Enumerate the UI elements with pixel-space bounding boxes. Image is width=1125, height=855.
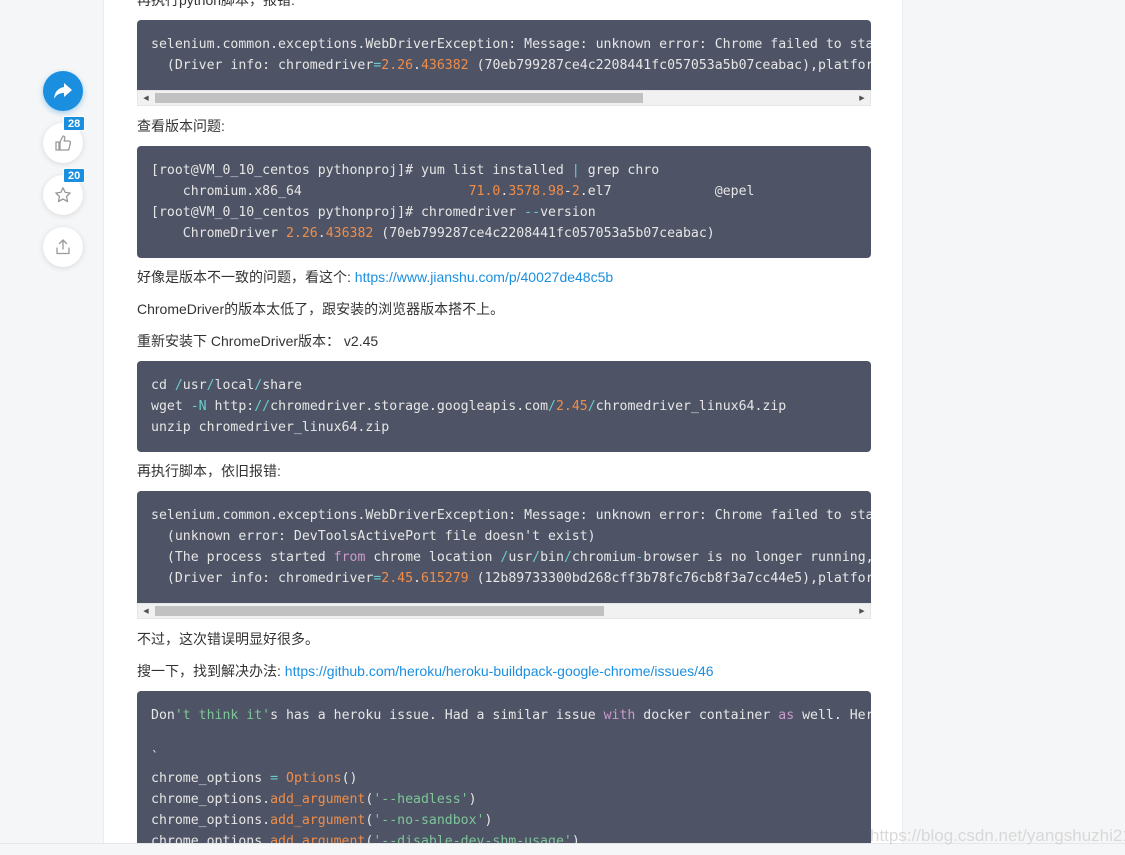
paragraph-still-error: 再执行脚本，依旧报错: — [137, 463, 281, 479]
code-line: chrome_options.add_argument('--headless'… — [151, 792, 477, 807]
paragraph-text: 好像是版本不一致的问题，看这个: — [137, 269, 355, 285]
code-install: cd /usr/local/share wget -N http://chrom… — [137, 361, 871, 452]
collect-count-badge: 20 — [63, 168, 86, 183]
code-line: (unknown error: DevToolsActivePort file … — [151, 529, 596, 544]
code-line: wget -N http://chromedriver.storage.goog… — [151, 399, 787, 414]
scroll-left-icon[interactable]: ◀ — [138, 91, 154, 105]
paragraph-better: 不过，这次错误明显好很多。 — [137, 631, 319, 647]
paragraph-run-python: 再执行python脚本，报错: — [137, 0, 295, 8]
code-block-error1: selenium.common.exceptions.WebDriverExce… — [137, 20, 871, 90]
paragraph-text: 搜一下，找到解决办法: — [137, 663, 285, 679]
scroll-right-icon[interactable]: ▶ — [854, 604, 870, 618]
paragraph-mismatch: 好像是版本不一致的问题，看这个: https://www.jianshu.com… — [137, 267, 613, 287]
code-block-install: cd /usr/local/share wget -N http://chrom… — [137, 361, 871, 452]
code-line: unzip chromedriver_linux64.zip — [151, 420, 390, 435]
paragraph-reinstall: 重新安装下 ChromeDriver版本： v2.45 — [137, 333, 379, 349]
github-issue-link[interactable]: https://github.com/heroku/heroku-buildpa… — [285, 663, 714, 679]
watermark-text: https://blog.csdn.net/yangshuzhi21 — [870, 826, 1125, 845]
code-line: ChromeDriver 2.26.436382 (70eb799287ce4c… — [151, 226, 715, 241]
code-line: selenium.common.exceptions.WebDriverExce… — [151, 37, 871, 52]
share-button[interactable] — [43, 71, 83, 111]
code-line: chromium.x86_64 71.0.3578.98-2.el7 @epel — [151, 184, 755, 199]
code-line: ` — [151, 750, 159, 765]
code-block-solution: Don't think it's has a heroku issue. Had… — [137, 691, 871, 845]
code-error2: selenium.common.exceptions.WebDriverExce… — [137, 491, 871, 603]
code-line: Don't think it's has a heroku issue. Had… — [151, 708, 871, 723]
code-line: cd /usr/local/share — [151, 378, 302, 393]
jianshu-link[interactable]: https://www.jianshu.com/p/40027de48c5b — [355, 269, 613, 285]
code-block-error2: selenium.common.exceptions.WebDriverExce… — [137, 491, 871, 603]
scroll-left-icon[interactable]: ◀ — [138, 604, 154, 618]
like-count-badge: 28 — [63, 116, 86, 131]
star-icon — [55, 187, 71, 203]
code-line: [root@VM_0_10_centos pythonproj]# yum li… — [151, 163, 660, 178]
paragraph-check-version: 查看版本问题: — [137, 118, 225, 134]
article-body: 再执行python脚本，报错: selenium.common.exceptio… — [103, 0, 903, 845]
scroll-thumb[interactable] — [155, 606, 604, 616]
code-line: [root@VM_0_10_centos pythonproj]# chrome… — [151, 205, 596, 220]
code-line: (The process started from chrome locatio… — [151, 550, 871, 565]
code-line: selenium.common.exceptions.WebDriverExce… — [151, 508, 871, 523]
scroll-thumb[interactable] — [155, 93, 643, 103]
code-line: chrome_options.add_argument('--no-sandbo… — [151, 813, 493, 828]
code-error1: selenium.common.exceptions.WebDriverExce… — [137, 20, 871, 90]
code-block-version: [root@VM_0_10_centos pythonproj]# yum li… — [137, 146, 871, 258]
scroll-right-icon[interactable]: ▶ — [854, 91, 870, 105]
code-line: (Driver info: chromedriver=2.45.615279 (… — [151, 571, 871, 586]
code-scrollbar-1[interactable]: ◀ ▶ — [137, 90, 871, 106]
share-arrow-icon — [54, 83, 72, 99]
paragraph-solution: 搜一下，找到解决办法: https://github.com/heroku/he… — [137, 661, 714, 681]
code-line: (Driver info: chromedriver=2.26.436382 (… — [151, 58, 871, 73]
code-solution: Don't think it's has a heroku issue. Had… — [137, 691, 871, 845]
thumb-up-icon — [55, 135, 72, 151]
paragraph-too-low: ChromeDriver的版本太低了，跟安装的浏览器版本搭不上。 — [137, 301, 505, 317]
code-line: chrome_options = Options() — [151, 771, 358, 786]
code-version: [root@VM_0_10_centos pythonproj]# yum li… — [137, 146, 871, 258]
upload-icon — [56, 239, 70, 255]
code-scrollbar-2[interactable]: ◀ ▶ — [137, 603, 871, 619]
export-button[interactable] — [43, 227, 83, 267]
